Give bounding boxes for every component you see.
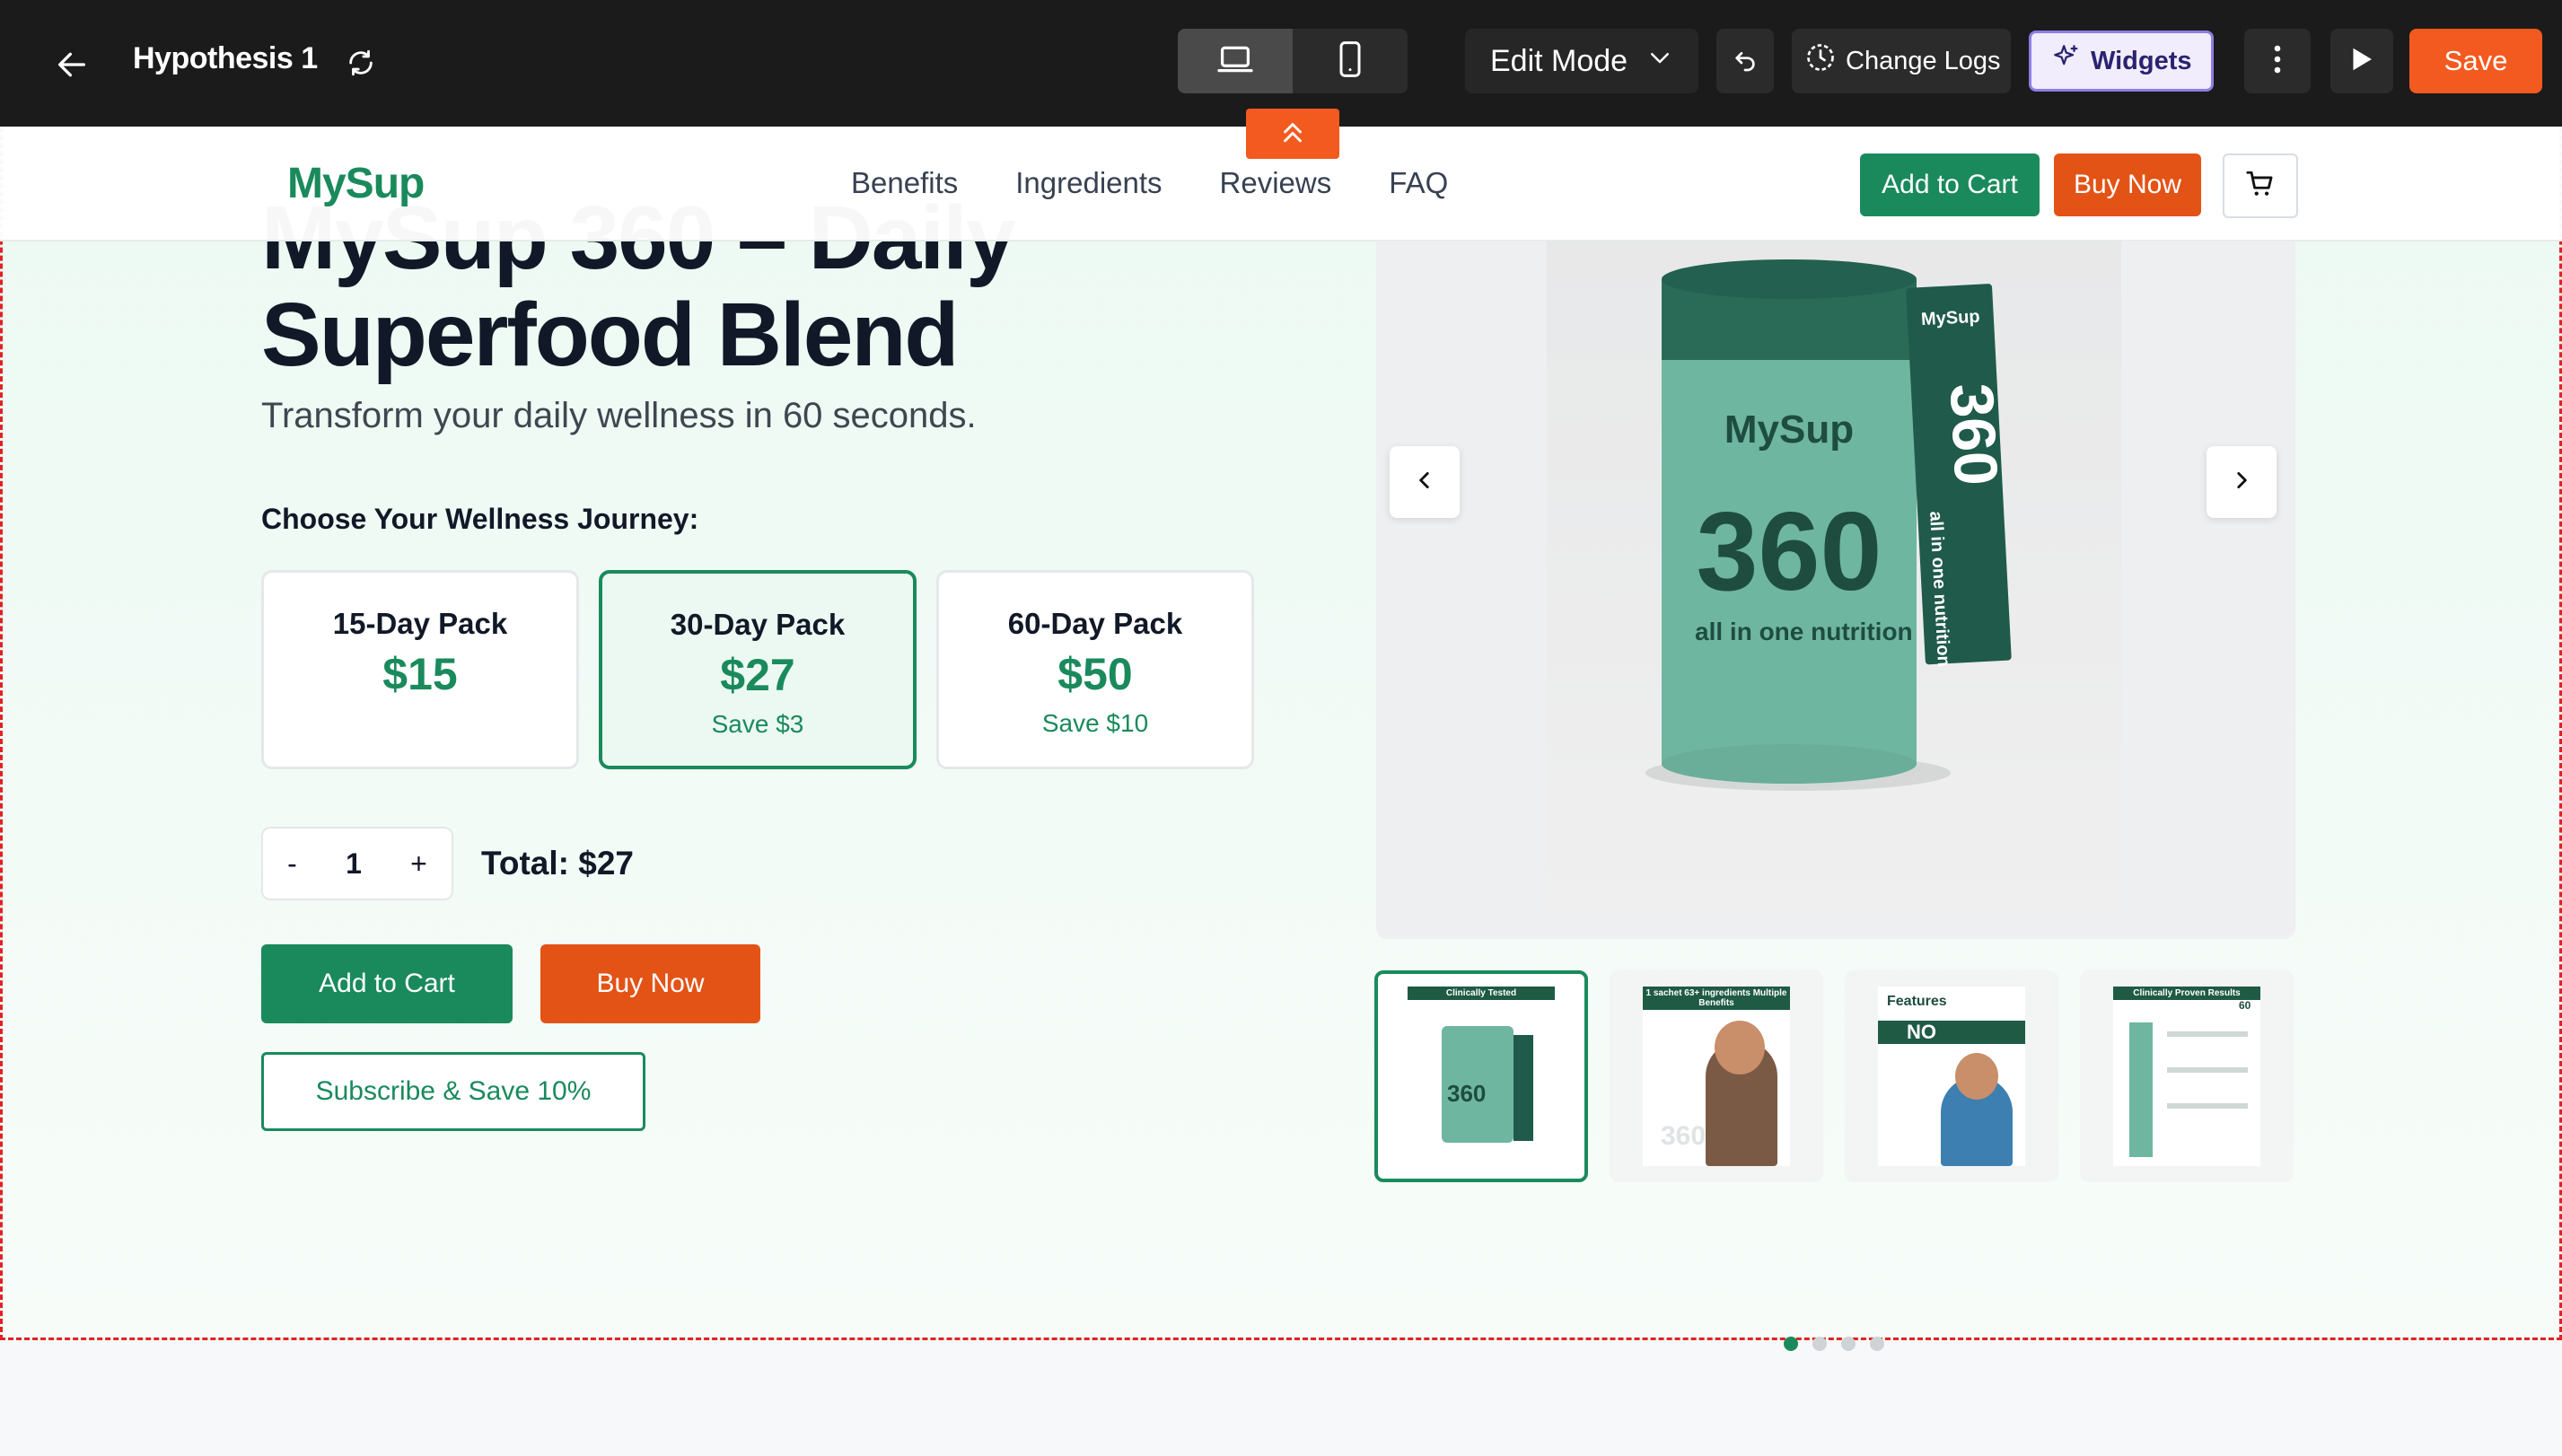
play-icon — [2349, 46, 2374, 77]
sparkle-icon — [2051, 42, 2082, 80]
pack-savings: Save $3 — [711, 710, 804, 738]
history-clock-icon — [1804, 41, 1837, 81]
change-logs-label: Change Logs — [1846, 46, 2001, 75]
collapse-toolbar-button[interactable] — [1246, 109, 1339, 159]
kebab-menu-icon — [2273, 43, 2282, 80]
thumbnail-big-text: NO — [1907, 1021, 1936, 1043]
thumbnail-big-text: 60 — [2239, 999, 2251, 1012]
pack-options: 15-Day Pack $15 30-Day Pack $27 Save $3 … — [261, 570, 1254, 769]
more-options-button[interactable] — [2244, 29, 2311, 93]
pack-price: $15 — [382, 649, 458, 699]
editor-toolbar: Hypothesis 1 Edit Mode Change Logs Widge… — [0, 0, 2562, 127]
edit-mode-label: Edit Mode — [1490, 43, 1628, 78]
add-to-cart-button[interactable]: Add to Cart — [261, 944, 513, 1023]
thumbnail-image: Clinically Proven Results 60 — [2113, 987, 2260, 1166]
nav-link-benefits[interactable]: Benefits — [851, 166, 958, 200]
quantity-decrease-button[interactable]: - — [275, 847, 310, 881]
header-buy-now-button[interactable]: Buy Now — [2054, 153, 2201, 216]
pack-savings: Save $10 — [1041, 709, 1149, 737]
header-add-to-cart-button[interactable]: Add to Cart — [1860, 153, 2040, 216]
buy-now-button[interactable]: Buy Now — [540, 944, 760, 1023]
pagination-dot[interactable] — [1870, 1337, 1884, 1351]
pack-price: $27 — [720, 650, 795, 700]
gallery-pagination — [1784, 1337, 1884, 1351]
thumbnail-image: 1 sachet 63+ ingredients Multiple Benefi… — [1643, 987, 1790, 1166]
app-root: Hypothesis 1 Edit Mode Change Logs Widge… — [0, 0, 2562, 1456]
hero-section[interactable]: MySup 360 – Daily Superfood Blend Transf… — [0, 127, 2562, 1351]
thumbnail-caption: Clinically Proven Results — [2113, 987, 2260, 1000]
product-illustration: MySup 360 all in one nutrition MySup 360… — [1645, 259, 2012, 791]
pagination-dot[interactable] — [1812, 1337, 1827, 1351]
nav-link-faq[interactable]: FAQ — [1389, 166, 1448, 200]
phone-icon — [1337, 40, 1364, 82]
pack-price: $50 — [1057, 649, 1133, 699]
nav-link-ingredients[interactable]: Ingredients — [1015, 166, 1162, 200]
quantity-value[interactable]: 1 — [333, 847, 374, 881]
chevron-right-icon — [2230, 469, 2253, 496]
order-total: Total: $27 — [481, 845, 634, 881]
change-logs-button[interactable]: Change Logs — [1792, 29, 2011, 93]
thumbnail-image: Features NO — [1878, 987, 2025, 1166]
sachet-brand-text: MySup — [1921, 307, 1981, 329]
preview-play-button[interactable] — [2330, 29, 2393, 93]
hypothesis-title: Hypothesis 1 — [133, 41, 318, 75]
thumbnail-4[interactable]: Clinically Proven Results 60 — [2080, 970, 2294, 1182]
subscribe-button[interactable]: Subscribe & Save 10% — [261, 1052, 645, 1131]
editor-canvas: MySup 360 – Daily Superfood Blend Transf… — [0, 127, 2562, 1456]
product-gallery: MySup 360 all in one nutrition MySup 360… — [1376, 127, 2295, 939]
gallery-next-button[interactable] — [2207, 446, 2277, 518]
pagination-dot[interactable] — [1784, 1337, 1798, 1351]
thumbnail-2[interactable]: 1 sachet 63+ ingredients Multiple Benefi… — [1610, 970, 1823, 1182]
thumbnail-big-text: 360 — [1661, 1121, 1707, 1151]
cart-button[interactable] — [2223, 153, 2298, 218]
hero-subtitle: Transform your daily wellness in 60 seco… — [261, 396, 977, 435]
double-chevron-up-icon — [1277, 117, 1308, 152]
widgets-button[interactable]: Widgets — [2029, 31, 2214, 92]
quantity-stepper: - 1 + — [261, 827, 453, 900]
thumbnail-caption: Features — [1887, 994, 1947, 1009]
pack-name: 15-Day Pack — [332, 607, 508, 640]
pack-chooser-label: Choose Your Wellness Journey: — [261, 503, 699, 535]
gallery-thumbnails: Clinically Tested 360 1 sachet 63+ ingre… — [1374, 970, 2294, 1182]
sachet-number-text: 360 — [1937, 382, 2011, 487]
pack-option-30-day[interactable]: 30-Day Pack $27 Save $3 — [599, 570, 917, 769]
shopping-cart-icon — [2245, 169, 2276, 204]
back-arrow-icon[interactable] — [47, 39, 97, 90]
laptop-icon — [1215, 43, 1255, 80]
brand-logo[interactable]: MySup — [287, 159, 425, 208]
can-number-text: 360 — [1697, 490, 1882, 614]
chevron-down-icon — [1646, 44, 1673, 79]
pack-name: 60-Day Pack — [1007, 607, 1183, 640]
device-toggle — [1178, 29, 1408, 93]
pack-option-60-day[interactable]: 60-Day Pack $50 Save $10 — [936, 570, 1254, 769]
save-button[interactable]: Save — [2409, 29, 2542, 93]
chevron-left-icon — [1413, 469, 1436, 496]
thumbnail-3[interactable]: Features NO — [1845, 970, 2058, 1182]
product-image: MySup 360 all in one nutrition MySup 360… — [1547, 127, 2121, 911]
thumbnail-1[interactable]: Clinically Tested 360 — [1374, 970, 1588, 1182]
can-brand-text: MySup — [1724, 408, 1854, 452]
pagination-dot[interactable] — [1841, 1337, 1856, 1351]
desktop-view-button[interactable] — [1178, 29, 1293, 93]
can-tagline-text: all in one nutrition — [1695, 618, 1913, 645]
undo-button[interactable] — [1716, 29, 1774, 93]
thumbnail-caption: 1 sachet 63+ ingredients Multiple Benefi… — [1643, 987, 1790, 1010]
widgets-label: Widgets — [2091, 46, 2192, 75]
refresh-icon[interactable] — [341, 43, 381, 83]
pack-name: 30-Day Pack — [670, 608, 846, 641]
nav-link-reviews[interactable]: Reviews — [1220, 166, 1332, 200]
mobile-view-button[interactable] — [1293, 29, 1408, 93]
thumbnail-big-text: 360 — [1447, 1080, 1487, 1107]
thumbnail-caption: Clinically Tested — [1408, 987, 1555, 1000]
pack-option-15-day[interactable]: 15-Day Pack $15 — [261, 570, 579, 769]
undo-icon — [1731, 45, 1759, 78]
quantity-increase-button[interactable]: + — [398, 847, 440, 881]
site-nav: Benefits Ingredients Reviews FAQ — [851, 166, 1448, 200]
edit-mode-dropdown[interactable]: Edit Mode — [1465, 29, 1698, 93]
thumbnail-image: Clinically Tested 360 — [1408, 987, 1555, 1166]
gallery-prev-button[interactable] — [1390, 446, 1460, 518]
